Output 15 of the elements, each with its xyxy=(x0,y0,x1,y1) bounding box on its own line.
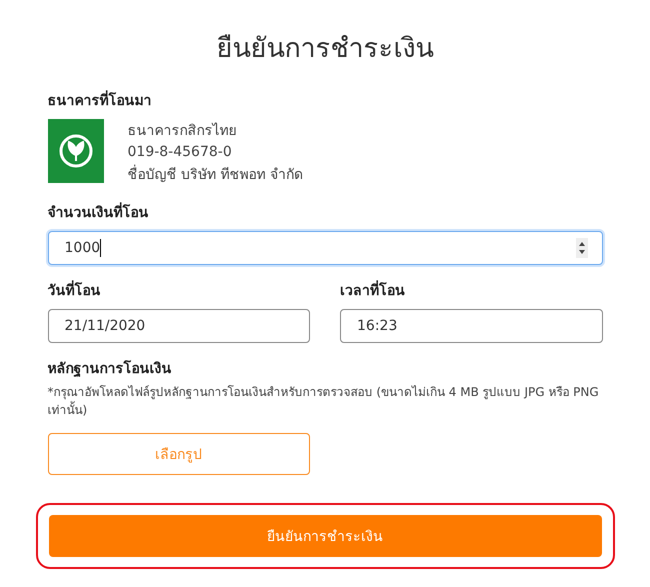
field-label: จำนวนเงินที่โอน xyxy=(48,201,602,223)
account-number: 019-8-45678-0 xyxy=(128,144,233,160)
bank-logo-icon xyxy=(48,119,104,183)
date-field[interactable]: 21/11/2020 xyxy=(48,309,310,343)
time-field[interactable]: 16:23 xyxy=(340,309,602,343)
field-label: หลักฐานการโอนเงิน xyxy=(48,359,172,379)
bank-name: ธนาคารกสิกรไทย xyxy=(128,122,238,141)
field-label: ธนาคารที่โอนมา xyxy=(48,89,602,111)
field-label: วันที่โอน xyxy=(48,279,310,301)
spinner-icon[interactable] xyxy=(576,238,588,258)
amount-field[interactable]: 1000 xyxy=(48,231,602,265)
upload-note: *กรุณาอัพโหลดไฟล์รูปหลักฐานการโอนเงินสำหรับการตรวจสอบ (ขนาดไม่เกิน 4 MB รูปแบบ JPG หรือ PNG เท่านั้น) xyxy=(48,384,600,419)
page-title: ยืนยันการชำระเงิน xyxy=(216,32,434,66)
account-name: ชื่อบัญชี บริษัท ทีชพอท จำกัด xyxy=(128,163,303,185)
field-label: เวลาที่โอน xyxy=(340,279,602,301)
